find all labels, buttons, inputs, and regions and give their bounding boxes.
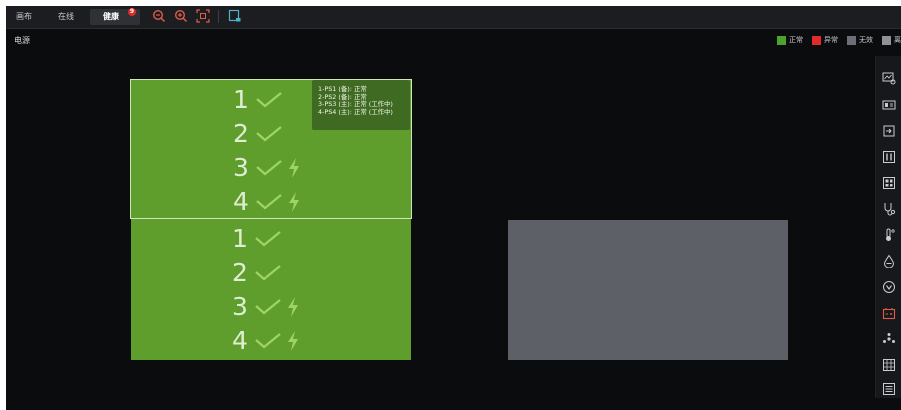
fit-screen-icon[interactable] <box>196 9 210 23</box>
notification-badge: 9 <box>128 8 136 16</box>
psu-row-2: 2 <box>231 119 283 149</box>
psu-row-4: 4 <box>230 326 299 356</box>
check-icon <box>255 333 281 349</box>
tab-health[interactable]: 健康 9 <box>90 8 140 25</box>
section-title: 电源 <box>14 36 30 45</box>
psu-number: 2 <box>233 119 249 148</box>
top-toolbar: 画布 在线 健康 9 <box>6 6 901 29</box>
legend-item-normal: 正常 <box>777 35 803 45</box>
psu-status-tooltip: 1-PS1 (备): 正常 2-PS2 (备): 正常 3-PS3 (主): 正… <box>312 80 410 130</box>
list-icon[interactable] <box>882 382 896 396</box>
device-panel-invalid[interactable] <box>508 220 788 360</box>
psu-number: 2 <box>232 258 248 287</box>
toolbar-divider <box>218 10 219 23</box>
legend-item-invalid: 无效 <box>847 35 873 45</box>
app-window: 画布 在线 健康 9 电源 正常 异常 无效 离 1 2 3 4 1 2 3 4… <box>6 6 901 410</box>
legend-swatch <box>777 35 786 45</box>
legend-item-offline: 离 <box>882 35 901 45</box>
zoom-out-icon[interactable] <box>152 9 166 23</box>
zoom-in-icon[interactable] <box>174 9 188 23</box>
down-circle-icon[interactable] <box>882 280 896 294</box>
psu-row-3: 3 <box>230 292 299 322</box>
tooltip-line: 4-PS4 (主): 正常 (工作中) <box>318 107 393 116</box>
check-icon <box>255 265 281 281</box>
psu-row-1: 1 <box>231 85 283 115</box>
check-icon <box>255 299 281 315</box>
legend-label: 正常 <box>789 36 803 44</box>
check-icon <box>256 92 282 108</box>
chart-settings-icon[interactable] <box>882 71 896 85</box>
status-legend: 正常 异常 无效 离 <box>768 34 901 46</box>
tab-canvas[interactable]: 画布 <box>10 9 38 25</box>
legend-label: 异常 <box>824 36 838 44</box>
lightning-icon <box>288 331 298 351</box>
tab-online[interactable]: 在线 <box>52 9 80 25</box>
export-icon[interactable] <box>228 9 242 23</box>
legend-item-abnormal: 异常 <box>812 35 838 45</box>
legend-swatch <box>882 35 891 45</box>
lightning-icon <box>288 297 298 317</box>
psu-number: 1 <box>232 224 248 253</box>
right-sidebar <box>875 56 901 398</box>
psu-row-3: 3 <box>231 153 300 183</box>
ports-icon[interactable] <box>882 150 896 164</box>
psu-row-2: 2 <box>230 258 282 288</box>
psu-number: 1 <box>233 85 249 114</box>
legend-label: 离 <box>894 36 901 44</box>
psu-number: 3 <box>233 153 249 182</box>
psu-number: 4 <box>233 187 249 216</box>
battery-icon[interactable] <box>882 306 896 320</box>
grid-icon[interactable] <box>882 176 896 190</box>
legend-swatch <box>812 35 821 45</box>
tab-health-label: 健康 <box>103 12 119 21</box>
check-icon <box>256 160 282 176</box>
temperature-icon[interactable] <box>882 228 896 242</box>
keypad-icon[interactable] <box>882 358 896 372</box>
legend-swatch <box>847 35 856 45</box>
check-icon <box>256 126 282 142</box>
check-icon <box>256 194 282 210</box>
stethoscope-icon[interactable] <box>882 202 896 216</box>
check-icon <box>255 231 281 247</box>
legend-label: 无效 <box>859 36 873 44</box>
psu-number: 3 <box>232 292 248 321</box>
psu-number: 4 <box>232 326 248 355</box>
water-drop-icon[interactable] <box>882 254 896 268</box>
card-icon[interactable] <box>882 98 896 112</box>
fan-icon[interactable] <box>882 332 896 346</box>
login-icon[interactable] <box>882 124 896 138</box>
lightning-icon <box>289 192 299 212</box>
psu-row-1: 1 <box>230 224 282 254</box>
psu-row-4: 4 <box>231 187 300 217</box>
lightning-icon <box>289 158 299 178</box>
psu-panel-bottom[interactable]: 1 2 3 4 <box>131 219 411 360</box>
